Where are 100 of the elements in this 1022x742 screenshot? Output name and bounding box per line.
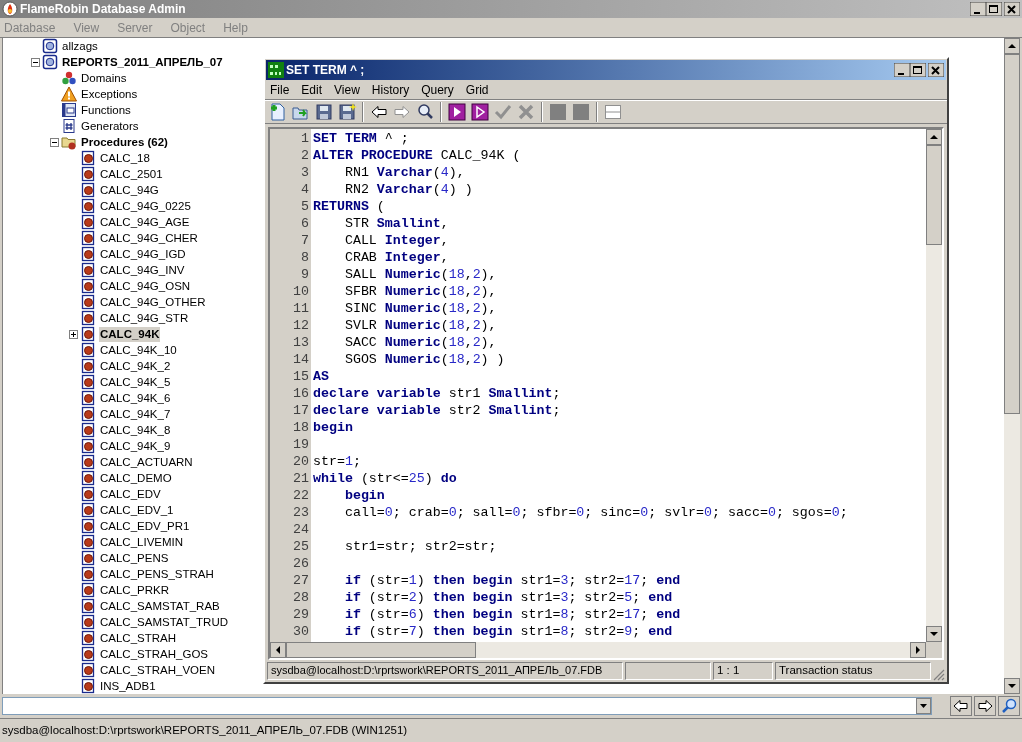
tree-item[interactable]: CALC_LIVEMIN bbox=[99, 534, 185, 550]
tree-item[interactable]: CALC_2501 bbox=[99, 166, 164, 182]
code-line: begin bbox=[343, 487, 386, 504]
tree-item[interactable]: CALC_94K bbox=[99, 326, 161, 342]
line-number: 23 bbox=[292, 504, 310, 521]
tree-item[interactable]: CALC_PENS bbox=[99, 550, 170, 566]
scroll-up-button[interactable] bbox=[1004, 38, 1020, 54]
tree-item[interactable]: CALC_94K_5 bbox=[99, 374, 172, 390]
menu-item[interactable]: View bbox=[333, 80, 361, 99]
tree-item[interactable]: CALC_94K_10 bbox=[99, 342, 178, 358]
scroll-down-button[interactable] bbox=[926, 626, 942, 642]
document-icon bbox=[80, 422, 96, 438]
close-button[interactable] bbox=[1004, 2, 1020, 16]
scroll-up-button[interactable] bbox=[926, 129, 942, 145]
maximize-button[interactable] bbox=[986, 2, 1002, 16]
document-icon bbox=[80, 438, 96, 454]
scroll-left-button[interactable] bbox=[270, 642, 286, 658]
code-line: while (str<=25) do bbox=[312, 470, 458, 487]
back-button[interactable] bbox=[950, 696, 972, 716]
tree-item[interactable]: Domains bbox=[80, 70, 128, 86]
code-line: RN1 Varchar(4), bbox=[343, 164, 466, 181]
menu-item[interactable]: File bbox=[269, 80, 291, 99]
scroll-thumb[interactable] bbox=[926, 145, 942, 245]
document-icon bbox=[80, 278, 96, 294]
dropdown-button[interactable] bbox=[916, 698, 931, 714]
colored-balls-icon bbox=[61, 70, 77, 86]
tree-item[interactable]: CALC_STRAH bbox=[99, 630, 178, 646]
tree-item[interactable]: CALC_DEMO bbox=[99, 470, 173, 486]
hash-document-icon bbox=[61, 118, 77, 134]
code-line: STR Smallint, bbox=[343, 215, 450, 232]
maximize-button[interactable] bbox=[910, 63, 926, 77]
tree-item[interactable]: CALC_PRKR bbox=[99, 582, 171, 598]
tree-item[interactable]: CALC_94K_9 bbox=[99, 438, 172, 454]
tree-item[interactable]: CALC_18 bbox=[99, 150, 151, 166]
scroll-thumb[interactable] bbox=[1004, 54, 1020, 414]
save-icon[interactable] bbox=[314, 102, 334, 122]
tree-item[interactable]: CALC_94G_STR bbox=[99, 310, 190, 326]
minimize-button[interactable] bbox=[894, 63, 910, 77]
line-number: 17 bbox=[292, 402, 310, 419]
tree-item[interactable]: CALC_94K_6 bbox=[99, 390, 172, 406]
tree-item[interactable]: CALC_94G_CHER bbox=[99, 230, 199, 246]
menu-item[interactable]: Grid bbox=[464, 80, 490, 99]
tree-item[interactable]: CALC_ACTUARN bbox=[99, 454, 194, 470]
tree-item[interactable]: CALC_STRAH_VOEN bbox=[99, 662, 217, 678]
menu-item[interactable]: Query bbox=[420, 80, 455, 99]
new-file-icon[interactable] bbox=[268, 102, 288, 122]
search-field[interactable] bbox=[2, 697, 932, 715]
vertical-scrollbar[interactable] bbox=[926, 129, 942, 642]
forward-button[interactable] bbox=[974, 696, 996, 716]
tree-item[interactable]: allzags bbox=[61, 38, 99, 54]
tree-item[interactable]: CALC_94G bbox=[99, 182, 160, 198]
tree-item[interactable]: CALC_94K_7 bbox=[99, 406, 172, 422]
tree-item[interactable]: CALC_94G_OTHER bbox=[99, 294, 207, 310]
menu-item[interactable]: Edit bbox=[300, 80, 324, 99]
tree-item[interactable]: CALC_94G_IGD bbox=[99, 246, 187, 262]
document-icon bbox=[80, 358, 96, 374]
tree-item[interactable]: CALC_EDV_PR1 bbox=[99, 518, 191, 534]
vertical-scrollbar[interactable] bbox=[1004, 38, 1020, 694]
save-as-icon[interactable] bbox=[337, 102, 357, 122]
line-number: 11 bbox=[292, 300, 310, 317]
menu-item[interactable]: History bbox=[370, 80, 411, 99]
code-line: declare variable str1 Smallint; bbox=[312, 385, 562, 402]
scroll-down-button[interactable] bbox=[1004, 678, 1020, 694]
tree-item[interactable]: Procedures (62) bbox=[80, 134, 169, 150]
code-line: SET TERM ^ ; bbox=[312, 130, 410, 147]
tree-item[interactable]: Generators bbox=[80, 118, 140, 134]
document-icon bbox=[80, 502, 96, 518]
tree-item[interactable]: CALC_SAMSTAT_TRUD bbox=[99, 614, 229, 630]
horizontal-scrollbar[interactable] bbox=[270, 642, 926, 658]
tree-item[interactable]: CALC_94G_0225 bbox=[99, 198, 192, 214]
document-icon bbox=[80, 566, 96, 582]
tree-item[interactable]: CALC_94G_INV bbox=[99, 262, 186, 278]
expander-toggle[interactable] bbox=[30, 57, 40, 67]
close-button[interactable] bbox=[928, 63, 944, 77]
tree-item[interactable]: CALC_EDV bbox=[99, 486, 162, 502]
document-icon bbox=[80, 182, 96, 198]
search-button[interactable] bbox=[998, 696, 1020, 716]
expander-toggle[interactable] bbox=[49, 137, 59, 147]
step-play-icon[interactable] bbox=[470, 102, 490, 122]
tree-item[interactable]: CALC_94G_OSN bbox=[99, 278, 192, 294]
tree-item[interactable]: REPORTS_2011_АПРЕЛЬ_07 bbox=[61, 54, 224, 70]
scroll-thumb[interactable] bbox=[286, 642, 476, 658]
tree-item[interactable]: CALC_STRAH_GOS bbox=[99, 646, 209, 662]
tree-item[interactable]: CALC_94K_8 bbox=[99, 422, 172, 438]
scroll-right-button[interactable] bbox=[910, 642, 926, 658]
line-number: 22 bbox=[292, 487, 310, 504]
tree-item[interactable]: CALC_PENS_STRAH bbox=[99, 566, 215, 582]
tree-item[interactable]: CALC_SAMSTAT_RAB bbox=[99, 598, 221, 614]
line-number: 13 bbox=[292, 334, 310, 351]
document-icon bbox=[80, 662, 96, 678]
tree-item[interactable]: INS_ADB1 bbox=[99, 678, 157, 694]
tree-item[interactable]: CALC_94K_2 bbox=[99, 358, 172, 374]
code-line: str=1; bbox=[312, 453, 362, 470]
tree-item[interactable]: CALC_EDV_1 bbox=[99, 502, 175, 518]
tree-item[interactable]: Exceptions bbox=[80, 86, 139, 102]
minimize-button[interactable] bbox=[970, 2, 986, 16]
play-icon[interactable] bbox=[447, 102, 467, 122]
tree-item[interactable]: CALC_94G_AGE bbox=[99, 214, 191, 230]
expander-toggle[interactable] bbox=[68, 329, 78, 339]
tree-item[interactable]: Functions bbox=[80, 102, 132, 118]
